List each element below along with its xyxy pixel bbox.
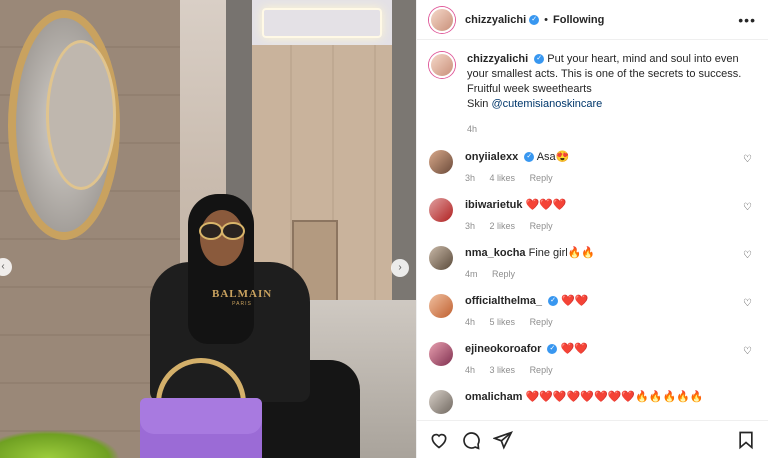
heart-icon[interactable]: ♡: [743, 298, 752, 309]
comment-meta: 4m Reply: [465, 267, 756, 281]
avatar[interactable]: [429, 6, 455, 33]
comment-likes[interactable]: 2 likes: [490, 221, 516, 231]
comment-text: ❤️❤️❤️: [525, 199, 567, 211]
heart-icon[interactable]: ♡: [743, 202, 752, 213]
action-bar: [417, 420, 768, 458]
sunglasses: [199, 222, 245, 240]
bag-flap: [140, 398, 262, 434]
comment-item: ejineokoroafor ✓ ❤️❤️ 4h 3 likes Reply ♡: [429, 342, 756, 377]
ceiling-light: [262, 8, 382, 38]
comment-meta: 4h 3 likes Reply: [465, 363, 756, 377]
comment-username[interactable]: omalicham: [465, 391, 522, 403]
caption-skin-label: Skin: [467, 98, 489, 110]
bookmark-icon[interactable]: [736, 430, 756, 450]
verified-icon: ✓: [534, 54, 545, 65]
reply-button[interactable]: Reply: [530, 317, 553, 327]
separator-dot: •: [544, 13, 548, 26]
following-button[interactable]: Following: [553, 14, 604, 26]
caption-body: chizzyalichi ✓ Put your heart, mind and …: [467, 52, 756, 137]
comment-time: 4m: [465, 269, 478, 279]
comment-username[interactable]: ejineokoroafor: [465, 343, 541, 355]
comment-likes[interactable]: 4 likes: [490, 173, 516, 183]
comment-username[interactable]: nma_kocha: [465, 247, 526, 259]
post-header: chizzyalichi ✓ • Following •••: [417, 0, 768, 40]
comment-text: Asa😍: [536, 151, 570, 163]
verified-icon: ✓: [548, 296, 559, 307]
instagram-post: BALMAIN PARIS ‹ › chizzyalichi ✓ • Follo…: [0, 0, 768, 458]
comment-item: ibiwarietuk ❤️❤️❤️ 3h 2 likes Reply ♡: [429, 198, 756, 233]
comment-body: ejineokoroafor ✓ ❤️❤️ 4h 3 likes Reply: [465, 342, 756, 377]
heart-icon[interactable]: ♡: [743, 250, 752, 261]
reply-button[interactable]: Reply: [530, 365, 553, 375]
comment-item: officialthelma_ ✓ ❤️❤️ 4h 5 likes Reply …: [429, 294, 756, 329]
comment-item: omalicham ❤️❤️❤️❤️❤️❤️❤️❤️🔥🔥🔥🔥🔥: [429, 390, 756, 414]
next-arrow-icon[interactable]: ›: [391, 259, 409, 277]
avatar[interactable]: [429, 198, 453, 222]
comment-body: ibiwarietuk ❤️❤️❤️ 3h 2 likes Reply: [465, 198, 756, 233]
comment-text: Fine girl🔥🔥: [528, 247, 596, 259]
comments-list[interactable]: chizzyalichi ✓ Put your heart, mind and …: [417, 40, 768, 420]
avatar[interactable]: [429, 390, 453, 414]
plant: [0, 430, 120, 458]
comment-body: officialthelma_ ✓ ❤️❤️ 4h 5 likes Reply: [465, 294, 756, 329]
comment-body: onyiialexx ✓ Asa😍 3h 4 likes Reply: [465, 150, 756, 185]
comment-text: ❤️❤️: [560, 343, 588, 355]
comment-meta: 3h 4 likes Reply: [465, 171, 756, 185]
comment-text: ❤️❤️: [561, 295, 589, 307]
reply-button[interactable]: Reply: [530, 221, 553, 231]
reply-button[interactable]: Reply: [492, 269, 515, 279]
share-icon[interactable]: [492, 430, 513, 450]
mirror-glass: [46, 40, 116, 190]
heart-icon[interactable]: ♡: [743, 154, 752, 165]
caption-time: 4h: [467, 124, 478, 134]
avatar[interactable]: [429, 294, 453, 318]
verified-icon: ✓: [529, 14, 540, 25]
caption: chizzyalichi ✓ Put your heart, mind and …: [429, 52, 756, 137]
comment-time: 3h: [465, 173, 476, 183]
comment-time: 4h: [465, 317, 476, 327]
reply-button[interactable]: Reply: [530, 173, 553, 183]
post-side-panel: chizzyalichi ✓ • Following ••• chizzyali…: [416, 0, 768, 458]
shirt-logo: BALMAIN: [212, 288, 273, 300]
comment-meta: 4h 5 likes Reply: [465, 315, 756, 329]
comment-likes[interactable]: 5 likes: [490, 317, 516, 327]
avatar[interactable]: [429, 246, 453, 270]
verified-icon: ✓: [524, 152, 535, 163]
caption-username[interactable]: chizzyalichi: [467, 53, 528, 65]
comment-meta: 3h 2 likes Reply: [465, 219, 756, 233]
heart-icon[interactable]: ♡: [743, 346, 752, 357]
comment-icon[interactable]: [461, 430, 481, 450]
more-icon[interactable]: •••: [738, 12, 756, 28]
comment-time: 4h: [465, 365, 476, 375]
shirt-logo-sub: PARIS: [232, 301, 252, 307]
comment-body: nma_kocha Fine girl🔥🔥 4m Reply: [465, 246, 756, 281]
comment-username[interactable]: ibiwarietuk: [465, 199, 522, 211]
header-username[interactable]: chizzyalichi: [465, 14, 526, 26]
comment-likes[interactable]: 3 likes: [490, 365, 516, 375]
verified-icon: ✓: [547, 344, 558, 355]
avatar[interactable]: [429, 52, 455, 78]
comment-item: nma_kocha Fine girl🔥🔥 4m Reply ♡: [429, 246, 756, 281]
avatar[interactable]: [429, 150, 453, 174]
avatar[interactable]: [429, 342, 453, 366]
heart-icon[interactable]: [429, 430, 449, 450]
caption-mention-link[interactable]: @cutemisianoskincare: [491, 98, 602, 110]
comment-username[interactable]: onyiialexx: [465, 151, 518, 163]
comment-username[interactable]: officialthelma_: [465, 295, 542, 307]
comment-time: 3h: [465, 221, 476, 231]
post-photo[interactable]: BALMAIN PARIS ‹ ›: [0, 0, 416, 458]
comment-body: omalicham ❤️❤️❤️❤️❤️❤️❤️❤️🔥🔥🔥🔥🔥: [465, 390, 756, 414]
comment-text: ❤️❤️❤️❤️❤️❤️❤️❤️🔥🔥🔥🔥🔥: [525, 391, 704, 403]
comment-item: onyiialexx ✓ Asa😍 3h 4 likes Reply ♡: [429, 150, 756, 185]
